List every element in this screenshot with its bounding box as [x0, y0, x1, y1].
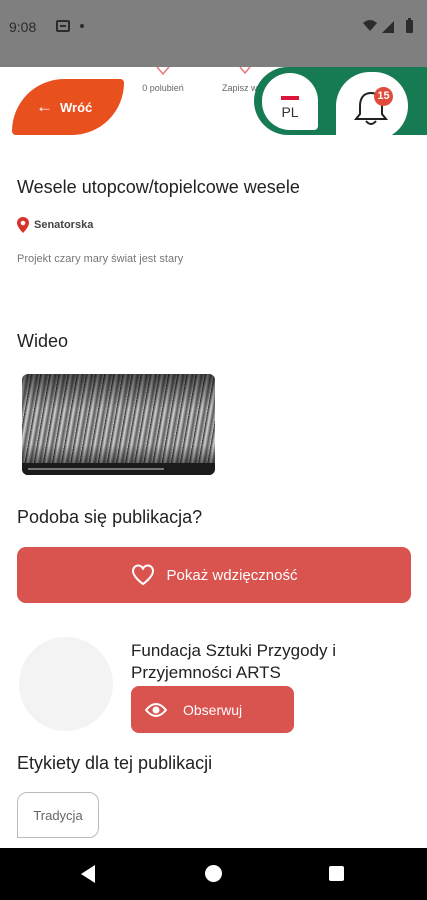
video-thumbnail[interactable]: [22, 374, 215, 475]
publication-title: Wesele utopcow/topielcowe wesele: [17, 177, 300, 197]
heart-icon: [156, 67, 170, 76]
like-question-heading: Podoba się publikacja?: [17, 507, 203, 527]
back-button-label: Wróć: [60, 99, 93, 115]
status-time: 9:08: [9, 19, 37, 35]
map-pin-icon: [17, 217, 29, 233]
language-code: PL: [281, 104, 299, 120]
heart-icon: [131, 564, 154, 586]
follow-button-label: Obserwuj: [183, 701, 243, 718]
publication-description: Projekt czary mary świat jest stary: [17, 253, 184, 265]
show-gratitude-button[interactable]: Pokaż wdzięczność: [17, 547, 411, 603]
video-section-heading: Wideo: [17, 331, 69, 351]
video-caption-bar: [22, 463, 215, 475]
publication-location: Senatorska: [17, 217, 93, 233]
tag-chip[interactable]: Tradycja: [17, 792, 99, 838]
notification-count-badge: 15: [374, 87, 393, 106]
language-switcher[interactable]: PL: [262, 73, 318, 130]
likes-stat[interactable]: 0 polubień: [130, 67, 196, 93]
more-notifications-icon: [80, 24, 84, 28]
organization-avatar[interactable]: [19, 637, 113, 731]
nav-back-icon[interactable]: [81, 865, 95, 883]
eye-icon: [145, 702, 167, 717]
bookmark-icon: [239, 67, 251, 75]
follow-button[interactable]: Obserwuj: [131, 686, 294, 733]
wifi-signal-battery-icon: [363, 18, 413, 33]
status-bar: 9:08: [0, 0, 427, 67]
notifications-button[interactable]: 15: [336, 72, 408, 140]
nav-recent-apps-icon[interactable]: [329, 866, 344, 881]
tags-section-heading: Etykiety dla tej publikacji: [17, 753, 213, 773]
message-notification-icon: [56, 20, 70, 32]
likes-count-label: 0 polubień: [142, 83, 184, 93]
location-label: Senatorska: [34, 219, 94, 231]
flag-icon: [281, 92, 299, 100]
show-gratitude-label: Pokaż wdzięczność: [166, 566, 298, 584]
video-thumbnail-shade: [22, 374, 215, 475]
arrow-left-icon: ←: [36, 97, 53, 116]
organization-name[interactable]: Fundacja Sztuki Przygody i Przyjemności …: [131, 640, 427, 684]
system-navigation-bar: [0, 848, 427, 900]
system-status-icons: [362, 17, 418, 40]
nav-home-icon[interactable]: [205, 865, 222, 882]
